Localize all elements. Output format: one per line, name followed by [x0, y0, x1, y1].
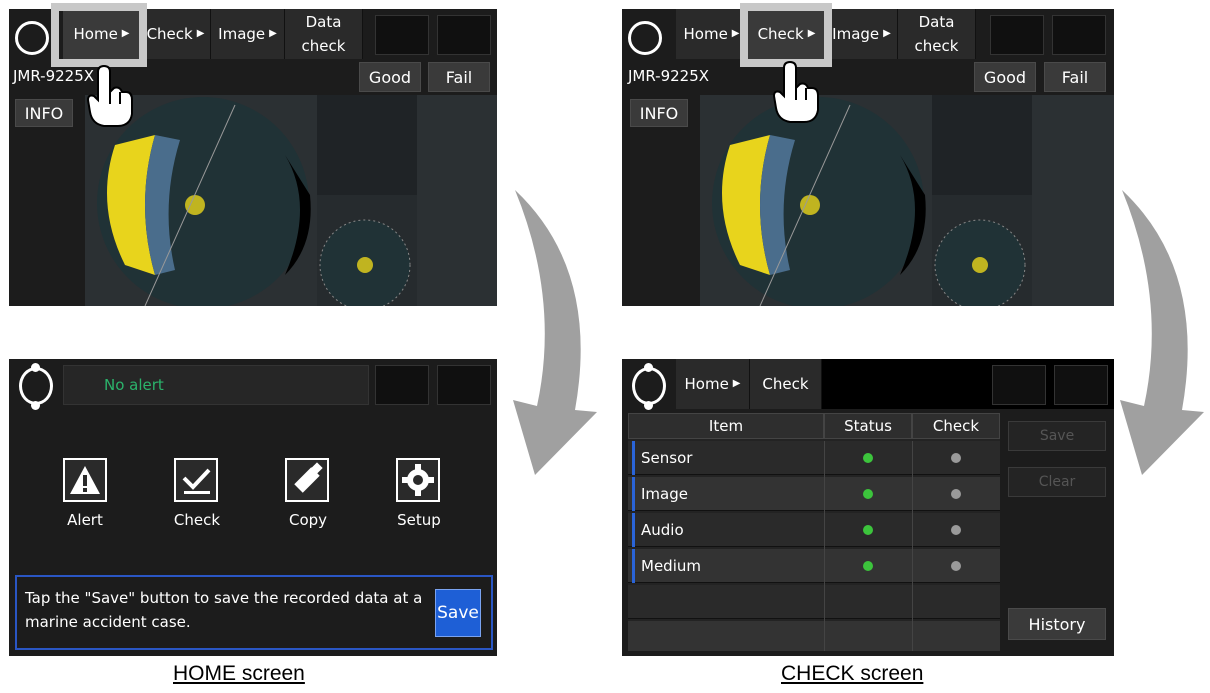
flow-arrow-right — [1120, 190, 1204, 475]
gear-icon — [402, 464, 434, 496]
status-box-2 — [437, 15, 491, 55]
tapping-hand-icon — [86, 64, 133, 127]
logo-dot-top — [31, 363, 40, 372]
column-divider — [912, 441, 913, 651]
check-gray-dot — [951, 561, 961, 571]
setup-button[interactable] — [396, 458, 440, 502]
check-screen: Home ▶ Check Item Status Check Sensor Ima… — [622, 359, 1114, 656]
clear-button-disabled[interactable]: Clear — [1008, 467, 1106, 497]
status-green-dot — [863, 525, 873, 535]
status-box-1 — [990, 15, 1044, 55]
alert-status-bar[interactable]: No alert — [63, 365, 369, 405]
setup-label: Setup — [397, 511, 441, 529]
alert-button[interactable] — [63, 458, 107, 502]
tapping-hand-icon — [772, 60, 819, 123]
status-box-2 — [437, 365, 491, 405]
check-screen-caption: CHECK screen — [781, 662, 924, 685]
row-label-medium: Medium — [632, 549, 822, 583]
logo-dot-bottom — [644, 401, 653, 410]
status-green-dot — [863, 453, 873, 463]
save-button[interactable]: Save — [435, 589, 481, 637]
save-button-disabled[interactable]: Save — [1008, 421, 1106, 451]
empty-row — [628, 585, 1000, 619]
home-screen-caption: HOME screen — [173, 662, 305, 685]
device-name: JMR-9225X — [13, 67, 95, 85]
check-gray-dot — [951, 453, 961, 463]
row-label-audio: Audio — [632, 513, 822, 547]
check-gray-dot — [951, 525, 961, 535]
tab-home[interactable]: Home ▶ — [676, 9, 748, 59]
column-header-status: Status — [824, 413, 912, 439]
save-message-text: Tap the "Save" button to save the record… — [25, 589, 423, 631]
usb-drive-icon — [294, 462, 323, 493]
warning-icon — [70, 466, 100, 494]
tab-image[interactable]: Image ▶ — [826, 9, 898, 59]
check-table: Item Status Check Sensor Image Audio Med… — [628, 413, 1000, 651]
good-button[interactable]: Good — [359, 62, 421, 92]
row-label-image: Image — [632, 477, 822, 511]
row-label-sensor: Sensor — [632, 441, 822, 475]
jrc-logo-icon[interactable] — [15, 21, 49, 55]
alert-status-text: No alert — [104, 376, 164, 394]
tap-highlight-frame — [740, 3, 832, 67]
check-label: Check — [173, 511, 221, 529]
radar-display-image — [700, 95, 1114, 306]
radar-screen-check-tap: Home ▶ Check ▶ Image ▶ Data check JMR-9225X … — [622, 9, 1114, 306]
status-box-1 — [992, 365, 1046, 405]
home-screen: No alert Alert Check Copy Setup Tap the … — [9, 359, 497, 656]
alert-label: Alert — [67, 511, 103, 529]
breadcrumb-check: Check — [750, 359, 822, 409]
copy-button[interactable] — [285, 458, 329, 502]
empty-row — [628, 621, 1000, 651]
column-header-item: Item — [628, 413, 824, 439]
good-button[interactable]: Good — [974, 62, 1036, 92]
save-message-panel: Tap the "Save" button to save the record… — [15, 575, 493, 650]
tab-data-check[interactable]: Data check — [285, 9, 363, 59]
jrc-logo-icon[interactable] — [632, 367, 666, 405]
status-green-dot — [863, 561, 873, 571]
fail-button[interactable]: Fail — [428, 62, 490, 92]
checkmark-icon — [182, 468, 211, 494]
tab-image[interactable]: Image ▶ — [211, 9, 285, 59]
info-button[interactable]: INFO — [15, 99, 73, 127]
fail-button[interactable]: Fail — [1044, 62, 1106, 92]
check-gray-dot — [951, 489, 961, 499]
status-green-dot — [863, 489, 873, 499]
status-box-1 — [375, 365, 429, 405]
jrc-logo-icon[interactable] — [628, 21, 662, 55]
logo-dot-bottom — [31, 401, 40, 410]
tap-highlight-frame — [51, 3, 147, 67]
breadcrumb-home[interactable]: Home ▶ — [676, 359, 750, 409]
jrc-logo-icon[interactable] — [19, 367, 53, 405]
device-name: JMR-9225X — [628, 67, 710, 85]
copy-label: Copy — [288, 511, 328, 529]
check-button[interactable] — [174, 458, 218, 502]
tab-check[interactable]: Check ▶ — [141, 9, 211, 59]
info-button[interactable]: INFO — [630, 99, 688, 127]
status-box-2 — [1052, 15, 1106, 55]
flow-arrow-left — [513, 190, 597, 475]
history-button[interactable]: History — [1008, 608, 1106, 640]
radar-display-image — [85, 95, 497, 306]
status-box-2 — [1054, 365, 1108, 405]
column-header-check: Check — [912, 413, 1000, 439]
column-divider — [824, 441, 825, 651]
tab-data-check[interactable]: Data check — [898, 9, 976, 59]
status-box-1 — [375, 15, 429, 55]
logo-dot-top — [644, 363, 653, 372]
